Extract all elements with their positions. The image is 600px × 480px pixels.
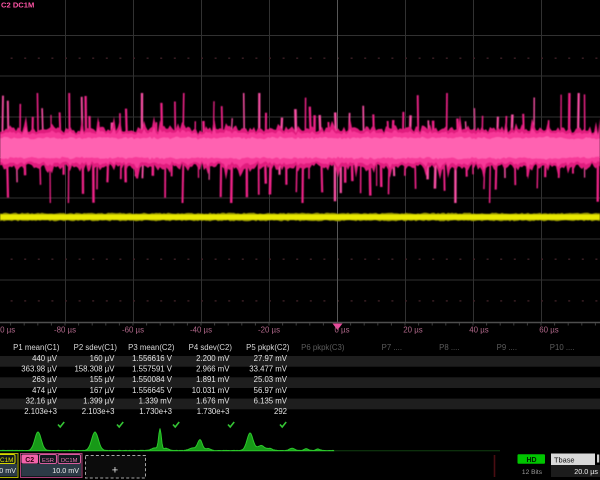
svg-text:P3 mean(C2): P3 mean(C2) <box>128 343 175 352</box>
svg-text:ESR: ESR <box>42 458 54 464</box>
svg-text:C2 DC1M: C2 DC1M <box>1 1 34 10</box>
svg-text:-80 µs: -80 µs <box>54 326 76 335</box>
svg-text:40 µs: 40 µs <box>469 326 489 335</box>
svg-text:1.556645 V: 1.556645 V <box>132 386 173 395</box>
svg-text:P10 ....: P10 .... <box>550 343 575 352</box>
svg-text:167 µV: 167 µV <box>90 386 116 395</box>
svg-text:0 µs: 0 µs <box>334 326 349 335</box>
svg-text:27.97 mV: 27.97 mV <box>254 354 288 363</box>
svg-text:1.399 µV: 1.399 µV <box>83 397 115 406</box>
svg-text:1.550084 V: 1.550084 V <box>132 375 173 384</box>
svg-text:P2 sdev(C1): P2 sdev(C1) <box>74 343 118 352</box>
svg-text:C2: C2 <box>25 457 34 464</box>
svg-text:1.891 mV: 1.891 mV <box>196 375 230 384</box>
svg-text:1.676 mV: 1.676 mV <box>196 397 230 406</box>
svg-text:10.0 mV: 10.0 mV <box>52 466 79 475</box>
svg-text:1.730e+3: 1.730e+3 <box>139 407 172 416</box>
svg-text:20 µs: 20 µs <box>403 326 423 335</box>
svg-text:DC1M: DC1M <box>0 457 14 464</box>
svg-text:56.97 mV: 56.97 mV <box>254 386 288 395</box>
svg-text:-100 µs: -100 µs <box>0 326 15 335</box>
svg-text:DC1M: DC1M <box>61 458 78 464</box>
svg-text:+: + <box>112 465 118 477</box>
svg-text:P5 pkpk(C2): P5 pkpk(C2) <box>246 343 290 352</box>
svg-text:2.103e+3: 2.103e+3 <box>24 407 57 416</box>
svg-text:-40 µs: -40 µs <box>190 326 212 335</box>
svg-text:363.98 µV: 363.98 µV <box>21 365 58 374</box>
svg-text:155 µV: 155 µV <box>90 375 116 384</box>
svg-text:-20 µs: -20 µs <box>258 326 280 335</box>
svg-text:60 µs: 60 µs <box>539 326 559 335</box>
svg-text:1.730e+3: 1.730e+3 <box>197 407 230 416</box>
svg-text:P4 sdev(C2): P4 sdev(C2) <box>189 343 233 352</box>
svg-text:474 µV: 474 µV <box>32 386 58 395</box>
svg-text:P1 mean(C1): P1 mean(C1) <box>13 343 60 352</box>
svg-text:12 Bits: 12 Bits <box>522 469 543 476</box>
svg-text:P7 ....: P7 .... <box>382 343 402 352</box>
svg-text:2.103e+3: 2.103e+3 <box>82 407 115 416</box>
svg-text:158.308 µV: 158.308 µV <box>74 365 115 374</box>
svg-text:HD: HD <box>526 457 536 464</box>
svg-text:25.03 mV: 25.03 mV <box>254 375 288 384</box>
svg-text:160 µV: 160 µV <box>90 354 116 363</box>
svg-text:263 µV: 263 µV <box>32 375 58 384</box>
svg-text:P9 ....: P9 .... <box>497 343 517 352</box>
svg-text:10.031 mV: 10.031 mV <box>192 386 231 395</box>
svg-text:33.477 mV: 33.477 mV <box>249 365 288 374</box>
svg-text:P6 pkpk(C3): P6 pkpk(C3) <box>301 343 345 352</box>
svg-text:2.200 mV: 2.200 mV <box>196 354 230 363</box>
svg-text:2.966 mV: 2.966 mV <box>196 365 230 374</box>
svg-text:292: 292 <box>274 407 287 416</box>
svg-text:P8 ....: P8 .... <box>439 343 459 352</box>
svg-text:6.135 mV: 6.135 mV <box>254 397 288 406</box>
svg-text:32.16 µV: 32.16 µV <box>26 397 58 406</box>
svg-text:440 µV: 440 µV <box>32 354 58 363</box>
svg-text:1.556616 V: 1.556616 V <box>132 354 173 363</box>
svg-text:1.339 mV: 1.339 mV <box>139 397 173 406</box>
svg-text:Tbase: Tbase <box>554 456 575 465</box>
svg-text:1.557591 V: 1.557591 V <box>132 365 173 374</box>
svg-text:20.0 µs: 20.0 µs <box>574 467 598 476</box>
svg-text:50.0 mV: 50.0 mV <box>0 466 16 475</box>
svg-text:-60 µs: -60 µs <box>122 326 144 335</box>
